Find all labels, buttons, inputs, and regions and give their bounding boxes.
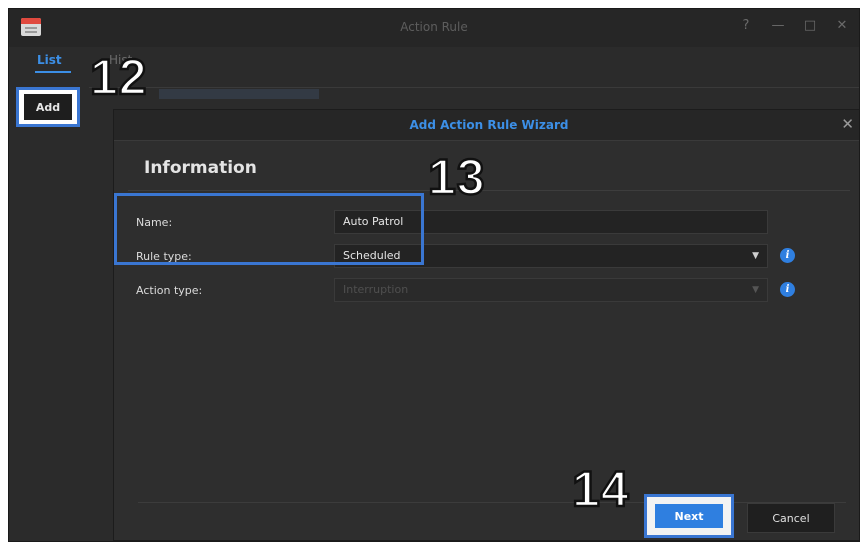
action-type-label: Action type: [136, 284, 203, 297]
toolbar-divider [89, 87, 859, 88]
footer-divider [138, 502, 846, 503]
close-icon[interactable]: ✕ [841, 115, 854, 133]
fields-highlight [114, 193, 424, 265]
section-divider [128, 190, 850, 191]
window-controls: ? — □ ✕ [739, 18, 849, 33]
help-icon[interactable]: ? [739, 18, 753, 33]
next-button-highlight: Next [644, 494, 734, 538]
next-button[interactable]: Next [655, 504, 723, 528]
dropdown-arrow-icon: ▼ [752, 251, 759, 261]
titlebar: Action Rule ? — □ ✕ [9, 9, 859, 47]
callout-12: 12 [89, 49, 148, 105]
add-button[interactable]: Add [24, 94, 72, 120]
section-title: Information [144, 158, 257, 178]
wizard-header: Add Action Rule Wizard ✕ [114, 110, 859, 141]
close-window-icon[interactable]: ✕ [835, 18, 849, 33]
minimize-icon[interactable]: — [771, 18, 785, 33]
toolbar-selection [159, 89, 319, 99]
action-type-value: Interruption [343, 283, 409, 296]
maximize-icon[interactable]: □ [803, 18, 817, 33]
add-button-highlight: Add [16, 87, 80, 127]
add-action-rule-wizard: Add Action Rule Wizard ✕ Information Nam… [113, 109, 859, 541]
tab-list[interactable]: List [37, 53, 62, 67]
callout-13: 13 [427, 149, 486, 205]
info-icon[interactable]: i [780, 282, 795, 297]
dropdown-arrow-icon: ▼ [752, 285, 759, 295]
callout-14: 14 [571, 461, 630, 517]
window-title: Action Rule [400, 20, 468, 34]
action-type-select[interactable]: Interruption ▼ [334, 278, 768, 302]
info-icon[interactable]: i [780, 248, 795, 263]
wizard-title: Add Action Rule Wizard [409, 118, 569, 132]
tab-active-indicator [35, 71, 71, 73]
cancel-button[interactable]: Cancel [747, 503, 835, 533]
